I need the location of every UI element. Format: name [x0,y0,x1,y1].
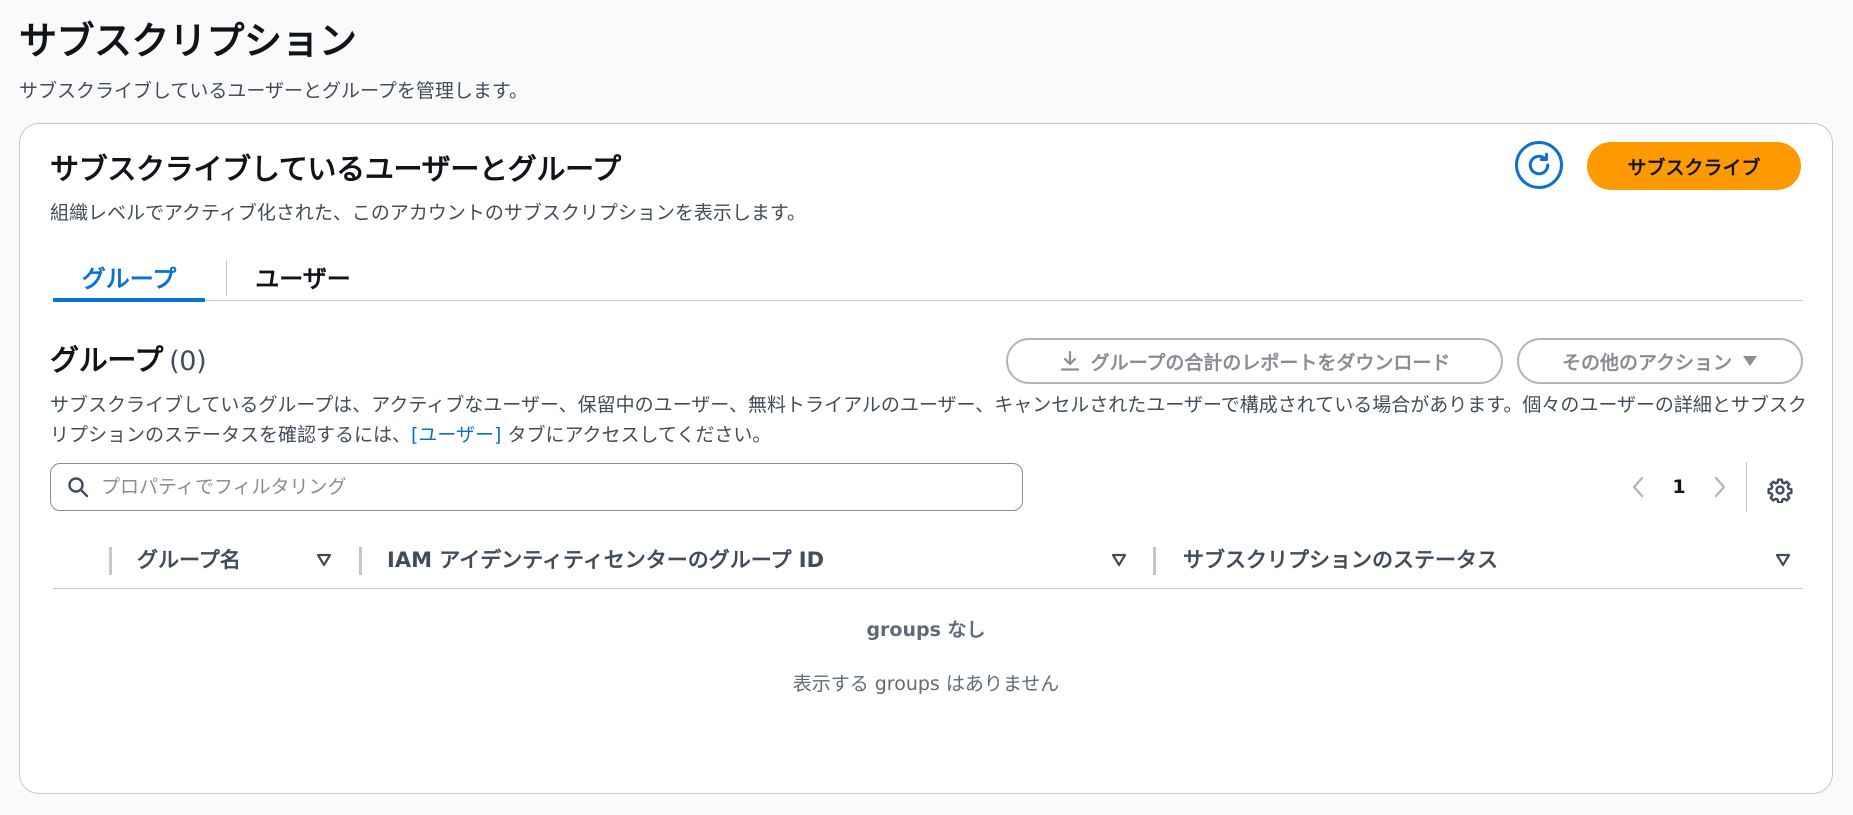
download-icon [1060,350,1079,371]
refresh-button[interactable] [1515,141,1563,189]
groups-section-title: グループ (0) [50,337,207,379]
column-separator [1153,547,1156,575]
page-header: サブスクリプション サブスクライブしているユーザーとグループを管理します。 [19,16,528,103]
download-report-label: グループの合計のレポートをダウンロード [1090,351,1451,374]
page-description: サブスクライブしているユーザーとグループを管理します。 [19,80,529,102]
subscribe-button[interactable]: サブスクライブ [1587,142,1801,190]
column-separator [109,547,112,575]
page-title: サブスクリプション [19,19,357,63]
container-title: サブスクライブしているユーザーとグループ [50,152,621,186]
empty-state-description: 表示する groups はありません [792,673,1060,695]
previous-page-button[interactable] [1620,466,1656,508]
chevron-left-icon [1632,476,1644,498]
empty-state-title: groups なし [866,619,986,641]
sort-status-button[interactable] [1774,551,1792,569]
sort-group-name-button[interactable] [315,551,333,569]
sort-group-id-button[interactable] [1110,551,1128,569]
filter-input[interactable] [101,476,981,498]
tab-list: グループ ユーザー [53,252,1802,302]
column-group-name[interactable]: グループ名 [137,529,241,589]
section-title-text: グループ [50,343,164,377]
other-actions-label: その他のアクション [1561,351,1733,374]
users-tab-link[interactable]: [ユーザー] [411,424,501,446]
download-report-button[interactable]: グループの合計のレポートをダウンロード [1006,338,1503,384]
groups-section-description: サブスクライブしているグループは、アクティブなユーザー、保留中のユーザー、無料ト… [50,390,1810,450]
tab-groups[interactable]: グループ [53,252,205,302]
chevron-right-icon [1714,476,1726,498]
column-group-id[interactable]: IAM アイデンティティセンターのグループ ID [387,529,824,589]
section-desc-part2: タブにアクセスしてください。 [501,424,772,446]
sort-icon [316,553,332,567]
container-description: 組織レベルでアクティブ化された、このアカウントのサブスクリプションを表示します。 [50,202,807,224]
sort-icon [1111,553,1127,567]
page-number[interactable]: 1 [1656,476,1702,498]
sort-icon [1775,553,1791,567]
table-settings-button[interactable] [1760,470,1800,510]
group-count: (0) [169,346,207,377]
search-icon [68,477,89,498]
section-desc-part1: サブスクライブしているグループは、アクティブなユーザー、保留中のユーザー、無料ト… [50,394,1807,446]
caret-down-icon [1743,356,1758,366]
gear-icon [1767,478,1793,503]
other-actions-button[interactable]: その他のアクション [1517,338,1803,384]
tab-users[interactable]: ユーザー [227,252,379,301]
table-header: グループ名 IAM アイデンティティセンターのグループ ID サブスクリプション… [53,529,1802,589]
pagination: 1 [1620,466,1738,508]
pagination-divider [1746,462,1747,512]
column-separator [359,547,362,575]
column-subscription-status[interactable]: サブスクリプションのステータス [1183,529,1498,589]
next-page-button[interactable] [1702,466,1738,508]
property-filter [50,463,1023,511]
subscriptions-container: サブスクライブしているユーザーとグループ 組織レベルでアクティブ化された、このア… [19,123,1833,794]
refresh-icon [1528,152,1550,176]
